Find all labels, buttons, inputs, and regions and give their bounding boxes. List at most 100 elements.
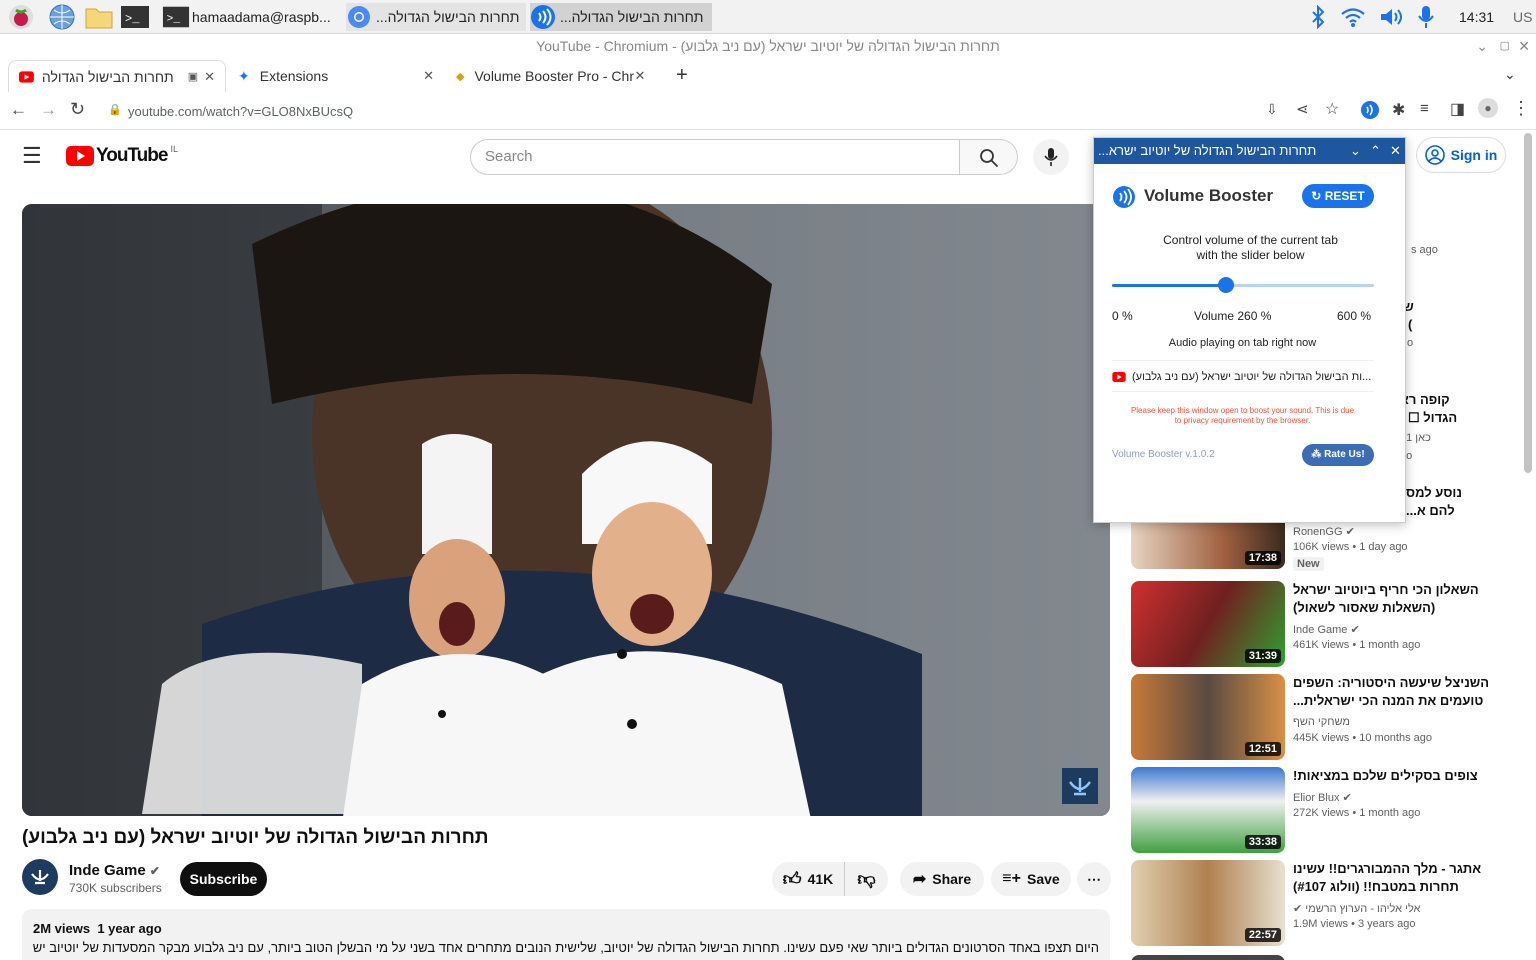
browser-launcher-icon[interactable] [48,3,76,31]
tab-search-chevron-icon[interactable]: ⌄ [1504,66,1516,83]
rec-thumbnail-partial[interactable] [1131,955,1285,960]
tab-extensions[interactable]: ✦ Extensions ✕ [228,60,444,92]
rec-thumbnail[interactable]: 22:57 [1131,860,1285,946]
wifi-icon[interactable] [1340,3,1366,31]
rec-meta: 445K views • 10 months ago [1293,732,1433,744]
rec-title[interactable]: השניצל שיעשה היסטוריה: השפים טועמים את ה… [1293,674,1493,710]
webstore-favicon-icon: ◆ [456,70,465,83]
channel-watermark-icon[interactable] [1062,768,1098,804]
microphone-icon[interactable] [1416,3,1436,31]
file-manager-icon[interactable] [84,3,114,31]
search-button[interactable] [960,139,1018,175]
maximize-window-icon[interactable]: ▢ [1500,34,1510,58]
reload-icon[interactable]: ↻ [70,99,85,120]
subscribe-button[interactable]: Subscribe [180,862,267,896]
booster-description-line2: with the slider below [1196,248,1305,262]
keyboard-layout[interactable]: US [1513,3,1532,31]
search-input[interactable]: Search [470,139,960,175]
popup-close-icon[interactable]: ✕ [1390,138,1401,164]
bookmark-star-icon[interactable]: ☆ [1325,99,1339,119]
recommendation-card[interactable]: 12:51 השניצל שיעשה היסטוריה: השפים טועמי… [1131,674,1531,760]
rec-title[interactable]: צופים בסקילים שלכם במציאות! [1293,767,1493,785]
minimize-window-icon[interactable]: ⌄ [1476,34,1488,58]
volume-slider-thumb[interactable] [1217,277,1234,293]
rec-views: 272K views [1293,807,1350,819]
like-button[interactable]: 👍︎ 41K [772,862,844,896]
recommendation-card[interactable]: 33:38 צופים בסקילים שלכם במציאות! Elior … [1131,767,1531,853]
side-panel-icon[interactable]: ◨ [1450,99,1465,119]
recommendation-card[interactable]: 22:57 אתגר - מלך ההמבורגרים!! עשינו תחרו… [1131,860,1531,946]
share-page-icon[interactable]: ⋖ [1296,100,1309,118]
rec-partial-3[interactable]: קופה רא הגדול ☐ - כאן 11 go [1400,391,1490,465]
terminal-icon[interactable]: >_ [120,3,150,31]
new-tab-icon[interactable]: + [676,64,688,87]
video-player[interactable] [22,204,1110,816]
taskbar-chromium-window[interactable]: תחרות הבישול הגדולה... [346,3,526,31]
rec-age: 1 day ago [1359,541,1408,553]
volume-slider[interactable] [1112,277,1374,293]
browser-menu-icon[interactable]: ⋮ [1512,98,1530,119]
tab-youtube-label: תחרות הבישול הגדולה [41,68,174,85]
hamburger-menu-icon[interactable]: ☰ [22,143,42,169]
tab-close-icon[interactable]: ✕ [423,68,434,84]
view-stats: 2M views 1 year ago [33,921,162,936]
bluetooth-icon[interactable] [1308,3,1328,31]
forward-icon[interactable]: → [40,100,57,120]
youtube-logo[interactable]: YouTube IL [66,144,178,167]
rec-thumbnail[interactable]: 33:38 [1131,767,1285,853]
search-icon [980,149,999,168]
channel-logo-icon [31,870,49,885]
channel-name-row[interactable]: Inde Game ✔ [69,862,160,879]
media-controls-icon[interactable]: ≡ [1420,100,1429,117]
taskbar-booster-window[interactable]: תחרות הבישול הגדולה... [530,3,712,31]
rec-channel-name: אלי אליהו - הערוץ הרשמי [1305,903,1421,915]
extensions-puzzle-icon[interactable]: ✱ [1392,100,1405,120]
clock[interactable]: 14:31 [1459,3,1494,31]
dislike-button[interactable]: 👎︎ [844,862,888,896]
back-icon[interactable]: ← [10,100,27,120]
rate-us-button[interactable]: ⁂ Rate Us! [1302,444,1374,466]
install-app-icon[interactable]: ⇩ [1266,101,1278,118]
more-actions-button[interactable]: ⋯ [1077,862,1111,896]
rec-thumbnail[interactable]: 31:39 [1131,581,1285,667]
booster-logo-icon [1112,185,1136,214]
share-button[interactable]: ➦ Share [900,862,984,896]
sign-in-label: Sign in [1450,147,1498,163]
sign-in-button[interactable]: Sign in [1416,137,1506,173]
voice-search-button[interactable] [1033,139,1069,175]
save-button[interactable]: ≡+ Save [991,862,1071,896]
taskbar: >_ >_ hamaadama@raspb... תחרות הבישול הג… [0,0,1536,34]
popup-titlebar[interactable]: תחרות הבישול הגדולה של יוטיוב ישרא... ⌄ … [1094,138,1405,164]
audio-tab-item[interactable]: ...ות הבישול הגדולה של יוטיוב ישראל (עם … [1112,371,1374,383]
description-box[interactable]: 2M views 1 year ago היום תצפו באחד הסרטו… [22,909,1110,960]
rec-thumbnail[interactable]: 12:51 [1131,674,1285,760]
video-title: תחרות הבישול הגדולה של יוטיוב ישראל (עם … [22,827,489,848]
taskbar-terminal-window[interactable]: >_ hamaadama@raspb... [162,3,342,31]
view-count: 2M views [33,921,91,936]
raspberry-menu-icon[interactable] [8,3,34,31]
tab-volume-booster-store[interactable]: ◆ Volume Booster Pro - Chr ✕ [446,60,662,92]
rec-meta: 1.9M views • 3 years ago [1293,918,1416,930]
profile-avatar-icon[interactable]: ● [1478,98,1498,118]
tab-youtube[interactable]: תחרות הבישול הגדולה ▣ ✕ [8,60,226,92]
volume-icon[interactable] [1378,3,1406,31]
taskbar-terminal-label: hamaadama@raspb... [192,9,331,25]
page-scrollbar[interactable] [1524,133,1532,473]
channel-avatar[interactable] [22,859,58,895]
volume-booster-extension-icon[interactable] [1360,100,1380,125]
share-label: Share [932,871,972,887]
omnibox[interactable]: 🔒 youtube.com/watch?v=GLO8NxBUcsQ [98,96,1278,126]
popup-minimize-icon[interactable]: ⌄ [1350,138,1361,164]
tab-close-icon[interactable]: ✕ [204,69,215,85]
rec-title[interactable]: השאלון הכי חריף ביוטיוב ישראל (השאלות שא… [1293,581,1493,617]
site-info-icon[interactable]: 🔒 [108,103,122,116]
popup-maximize-icon[interactable]: ⌃ [1370,138,1381,164]
volume-current-label: Volume 260 % [1194,309,1272,323]
close-window-icon[interactable]: ✕ [1518,34,1530,58]
thumbs-down-icon: 👎︎ [857,869,876,889]
reset-button[interactable]: ↻ RESET [1302,184,1374,208]
more-horizontal-icon: ⋯ [1087,870,1101,887]
tab-close-icon[interactable]: ✕ [634,68,645,84]
recommendation-card[interactable]: 31:39 השאלון הכי חריף ביוטיוב ישראל (השא… [1131,581,1531,667]
rec-title[interactable]: אתגר - מלך ההמבורגרים!! עשינו תחרות במטב… [1293,860,1493,896]
